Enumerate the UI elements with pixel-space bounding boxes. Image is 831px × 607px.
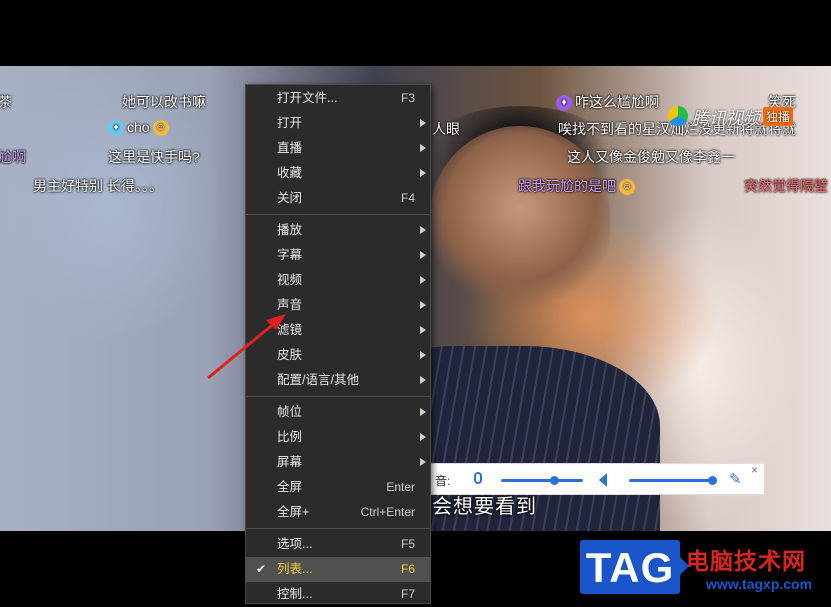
watermark-url: www.tagxp.com [706,576,813,592]
site-watermark: TAG 电脑技术网 www.tagxp.com [580,538,831,598]
watermark-tag: TAG [580,540,689,594]
annotation-arrow [207,314,286,380]
arrow-shaft [207,320,277,380]
watermark-title: 电脑技术网 [686,548,806,574]
